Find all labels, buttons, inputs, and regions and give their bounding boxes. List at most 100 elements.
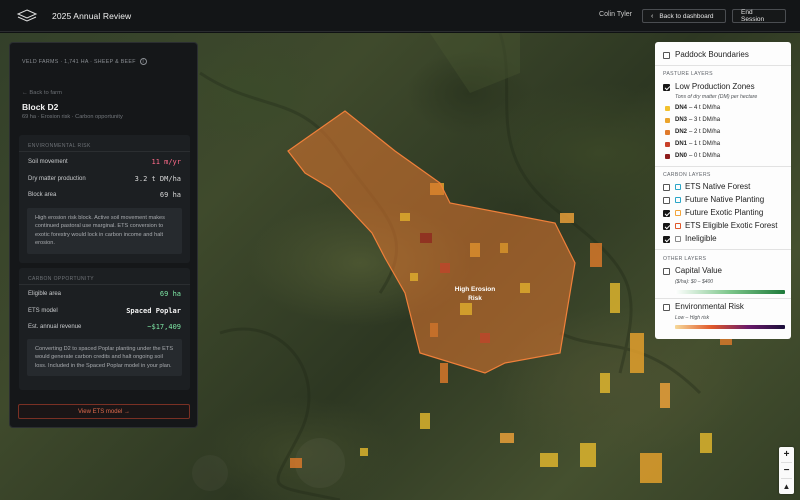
map-zoom-controls: + − ▲	[779, 447, 794, 494]
capital-value-gradient	[675, 290, 785, 294]
zone-label-line2: Risk	[468, 295, 482, 302]
capital-value-label[interactable]: Capital Value	[675, 266, 722, 275]
low-production-subtitle: Tons of dry matter (DM) per hectare	[675, 94, 758, 100]
dn-code: DN0	[675, 153, 688, 159]
user-name[interactable]: Colin Tyler	[599, 11, 632, 18]
dn-text: – 1 t DM/ha	[689, 141, 721, 147]
back-to-farm-link[interactable]: ← Back to farm	[22, 90, 62, 96]
env-row-soil: Soil movement 11 m/yr	[28, 158, 181, 166]
ets-native-forest-checkbox[interactable]	[663, 184, 670, 191]
dn-code: DN4	[675, 105, 688, 111]
environmental-risk-checkbox[interactable]	[663, 304, 670, 311]
carbon-row-model: ETS model Spaced Poplar	[28, 307, 181, 315]
dn2-legend-item: DN2– 2 t DM/ha	[665, 129, 720, 135]
chevron-left-icon: ‹	[651, 12, 654, 20]
row-label: Dry matter production	[28, 176, 86, 182]
logo-icon	[16, 8, 38, 22]
carbon-row-eligible: Eligible area 69 ha	[28, 290, 181, 298]
row-value: 69 ha	[159, 290, 181, 298]
dn3-legend-item: DN3– 3 t DM/ha	[665, 117, 720, 123]
row-label: Est. annual revenue	[28, 324, 82, 330]
farm-meta-text: VELD FARMS · 1,741 HA · SHEEP & BEEF	[22, 58, 136, 65]
zone-label-line1: High Erosion	[455, 286, 495, 293]
future-native-planting-swatch	[675, 197, 681, 203]
farm-meta: VELD FARMS · 1,741 HA · SHEEP & BEEF i	[22, 58, 147, 65]
future-exotic-planting-swatch	[675, 210, 681, 216]
carbon-heading: CARBON OPPORTUNITY	[28, 276, 95, 282]
ets-eligible-exotic-swatch	[675, 223, 681, 229]
dn-text: – 3 t DM/ha	[689, 117, 721, 123]
end-session-button[interactable]: End Session	[732, 9, 786, 23]
top-bar: 2025 Annual Review Colin Tyler ‹ Back to…	[0, 0, 800, 32]
ets-eligible-exotic-checkbox[interactable]	[663, 223, 670, 230]
row-value: ~$17,409	[147, 323, 181, 331]
divider	[19, 284, 190, 285]
ineligible-swatch	[675, 236, 681, 242]
dn1-swatch	[665, 141, 670, 147]
back-to-dashboard-label: Back to dashboard	[659, 12, 714, 20]
ineligible-label[interactable]: Ineligible	[685, 234, 717, 243]
divider	[655, 166, 791, 167]
other-layers-heading: OTHER LAYERS	[663, 256, 707, 262]
dn-code: DN2	[675, 129, 688, 135]
zoom-out-button[interactable]: −	[779, 463, 794, 478]
environmental-risk-card: ENVIRONMENTAL RISK Soil movement 11 m/yr…	[19, 135, 190, 263]
env-row-dry-matter: Dry matter production 3.2 t DM/ha	[28, 175, 181, 183]
block-title: Block D2	[22, 102, 59, 112]
carbon-note: Converting D2 to spaced Poplar planting …	[27, 339, 182, 377]
layers-legend: Paddock Boundaries PASTURE LAYERS Low Pr…	[655, 42, 791, 339]
carbon-layers-heading: CARBON LAYERS	[663, 172, 711, 178]
environmental-risk-label[interactable]: Environmental Risk	[675, 302, 744, 311]
ets-eligible-exotic-label[interactable]: ETS Eligible Exotic Forest	[685, 221, 777, 230]
low-production-label[interactable]: Low Production Zones	[675, 82, 755, 91]
row-label: Soil movement	[28, 159, 68, 165]
view-ets-model-button[interactable]: View ETS model →	[18, 404, 190, 419]
row-label: ETS model	[28, 308, 58, 314]
dn1-legend-item: DN1– 1 t DM/ha	[665, 141, 720, 147]
future-exotic-planting-checkbox[interactable]	[663, 210, 670, 217]
row-value: 11 m/yr	[151, 158, 181, 166]
row-label: Eligible area	[28, 291, 62, 297]
paddock-boundaries-checkbox[interactable]	[663, 52, 670, 59]
dn-code: DN3	[675, 117, 688, 123]
environmental-risk-gradient	[675, 325, 785, 329]
environmental-risk-range: Low – High risk	[675, 315, 710, 321]
dn4-swatch	[665, 105, 670, 111]
carbon-row-revenue: Est. annual revenue ~$17,409	[28, 323, 181, 331]
block-subtitle: 69 ha · Erosion risk · Carbon opportunit…	[22, 114, 123, 120]
paddock-boundaries-label[interactable]: Paddock Boundaries	[675, 50, 749, 59]
future-exotic-planting-label[interactable]: Future Exotic Planting	[685, 208, 763, 217]
divider	[655, 249, 791, 250]
dn-text: – 4 t DM/ha	[689, 105, 721, 111]
pasture-layers-heading: PASTURE LAYERS	[663, 71, 713, 77]
env-row-area: Block area 69 ha	[28, 191, 181, 199]
app-title: 2025 Annual Review	[52, 10, 132, 21]
divider	[655, 298, 791, 299]
block-detail-panel: VELD FARMS · 1,741 HA · SHEEP & BEEF i ←…	[9, 42, 198, 428]
capital-value-range: ($/ha): $0 – $400	[675, 279, 714, 285]
info-icon[interactable]: i	[139, 58, 147, 65]
row-value: 3.2 t DM/ha	[134, 175, 181, 183]
dn-text: – 2 t DM/ha	[689, 129, 721, 135]
divider	[19, 151, 190, 152]
future-native-planting-label[interactable]: Future Native Planting	[685, 195, 764, 204]
dn2-swatch	[665, 129, 670, 135]
ineligible-checkbox[interactable]	[663, 236, 670, 243]
ets-native-forest-swatch	[675, 184, 681, 190]
capital-value-checkbox[interactable]	[663, 268, 670, 275]
compass-north-icon[interactable]: ▲	[779, 479, 794, 494]
ets-native-forest-label[interactable]: ETS Native Forest	[685, 182, 750, 191]
zoom-in-button[interactable]: +	[779, 447, 794, 462]
divider	[655, 65, 791, 66]
carbon-opportunity-card: CARBON OPPORTUNITY Eligible area 69 ha E…	[19, 268, 190, 390]
row-value: Spaced Poplar	[126, 307, 181, 315]
env-heading: ENVIRONMENTAL RISK	[28, 143, 91, 149]
dn0-legend-item: DN0– 0 t DM/ha	[665, 153, 720, 159]
row-label: Block area	[28, 192, 57, 198]
dn3-swatch	[665, 117, 670, 123]
row-value: 69 ha	[159, 191, 181, 199]
back-to-dashboard-button[interactable]: ‹ Back to dashboard	[642, 9, 726, 23]
future-native-planting-checkbox[interactable]	[663, 197, 670, 204]
low-production-checkbox[interactable]	[663, 84, 670, 91]
dn0-swatch	[665, 153, 670, 159]
